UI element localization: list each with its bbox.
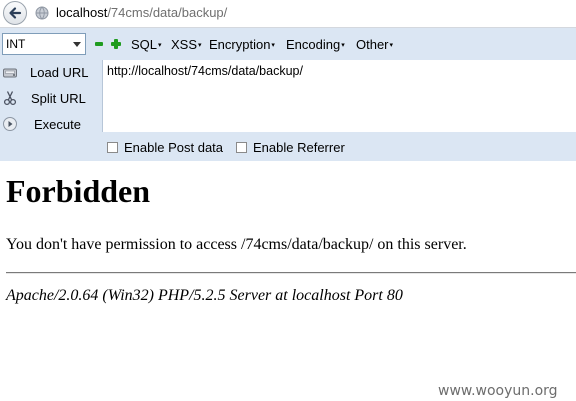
url-path: /74cms/data/backup/ bbox=[107, 5, 228, 20]
load-url-label: Load URL bbox=[30, 65, 89, 80]
type-select-value: INT bbox=[6, 37, 26, 51]
hackbar-url-value: http://localhost/74cms/data/backup/ bbox=[107, 64, 303, 78]
url-host: localhost bbox=[56, 5, 108, 20]
type-select[interactable]: INT bbox=[2, 33, 86, 55]
back-arrow-icon bbox=[9, 7, 22, 19]
hackbar-url-textarea[interactable]: http://localhost/74cms/data/backup/ bbox=[102, 60, 576, 132]
divider bbox=[6, 272, 576, 274]
execute-button[interactable]: Execute bbox=[0, 112, 100, 138]
back-button[interactable] bbox=[3, 1, 27, 25]
referrer-label: Enable Referrer bbox=[253, 140, 345, 155]
dropdown-arrow-icon: ▾ bbox=[271, 42, 275, 49]
post-data-label: Enable Post data bbox=[124, 140, 224, 155]
address-bar: localhost/74cms/data/backup/ bbox=[0, 0, 576, 28]
watermark: www.wooyun.org bbox=[438, 383, 558, 399]
globe-icon bbox=[35, 6, 49, 20]
menu-other-label: Other bbox=[356, 37, 389, 52]
play-icon bbox=[3, 117, 17, 131]
menu-sql-label: SQL bbox=[131, 37, 158, 52]
page-title: Forbidden bbox=[6, 173, 151, 209]
hackbar-actions: Load URL Split URL Execute bbox=[0, 60, 101, 161]
increase-icon[interactable] bbox=[111, 39, 121, 49]
decrease-icon[interactable] bbox=[95, 42, 103, 46]
dropdown-arrow-icon: ▾ bbox=[389, 42, 394, 49]
load-url-icon bbox=[3, 68, 17, 78]
menu-encoding-label: Encoding bbox=[286, 37, 341, 52]
scissors-icon bbox=[3, 91, 17, 106]
server-signature: Apache/2.0.64 (Win32) PHP/5.2.5 Server a… bbox=[6, 287, 403, 304]
execute-label: Execute bbox=[34, 117, 81, 132]
dropdown-arrow-icon: ▾ bbox=[158, 42, 162, 49]
dropdown-arrow-icon: ▾ bbox=[341, 42, 345, 49]
hackbar-toolbar: INT SQL▾ XSS▾ Encryption▾ Encoding▾ Othe… bbox=[0, 28, 576, 60]
hackbar-panel: INT SQL▾ XSS▾ Encryption▾ Encoding▾ Othe… bbox=[0, 28, 576, 161]
menu-xss-label: XSS bbox=[171, 37, 198, 52]
error-message: You don't have permission to access /74c… bbox=[6, 236, 467, 253]
split-url-button[interactable]: Split URL bbox=[0, 86, 100, 112]
post-data-checkbox-box[interactable] bbox=[107, 142, 118, 153]
menu-sql[interactable]: SQL▾ bbox=[131, 37, 162, 53]
chevron-down-icon bbox=[73, 42, 81, 47]
menu-encryption-label: Encryption bbox=[209, 37, 271, 52]
url-field[interactable]: localhost/74cms/data/backup/ bbox=[56, 5, 227, 21]
split-url-label: Split URL bbox=[31, 91, 86, 106]
load-url-button[interactable]: Load URL bbox=[0, 60, 100, 86]
menu-xss[interactable]: XSS▾ bbox=[171, 37, 202, 53]
menu-encoding[interactable]: Encoding▾ bbox=[286, 37, 345, 53]
menu-encryption[interactable]: Encryption▾ bbox=[209, 37, 275, 53]
dropdown-arrow-icon: ▾ bbox=[198, 42, 202, 49]
referrer-checkbox-box[interactable] bbox=[236, 142, 247, 153]
menu-other[interactable]: Other▾ bbox=[356, 37, 393, 53]
